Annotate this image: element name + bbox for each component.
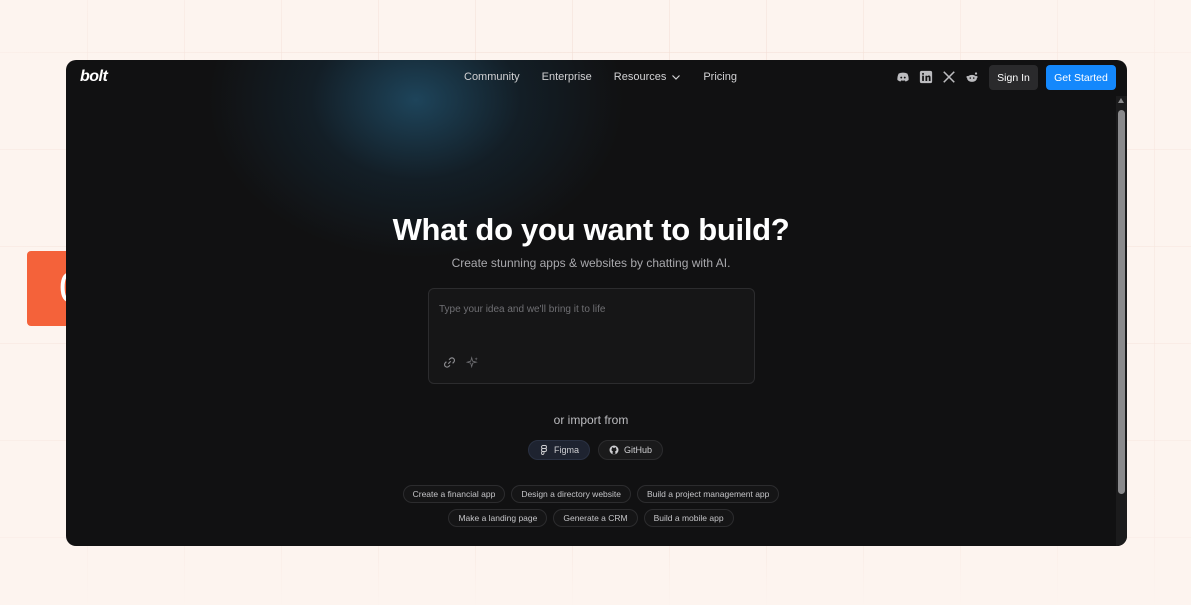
suggestion-chip[interactable]: Make a landing page xyxy=(448,509,548,527)
github-icon xyxy=(609,445,619,455)
import-figma-button[interactable]: Figma xyxy=(528,440,591,460)
nav-link-label: Resources xyxy=(613,71,667,83)
suggestion-chip[interactable]: Design a directory website xyxy=(511,485,631,503)
import-github-label: GitHub xyxy=(624,445,653,455)
suggestion-chip[interactable]: Build a mobile app xyxy=(643,509,734,527)
nav-link-label: Community xyxy=(464,71,520,83)
sparkle-icon[interactable] xyxy=(466,356,479,369)
hero-subtitle: Create stunning apps & websites by chatt… xyxy=(451,256,731,270)
sign-in-button[interactable]: Sign In xyxy=(989,65,1038,90)
nav-links: Community Enterprise Resources Pricing xyxy=(464,71,759,83)
suggestion-chip[interactable]: Build a project management app xyxy=(637,485,780,503)
nav-link-community[interactable]: Community xyxy=(464,71,520,83)
import-figma-label: Figma xyxy=(554,445,580,455)
get-started-button[interactable]: Get Started xyxy=(1046,65,1116,90)
bolt-logo[interactable]: bolt xyxy=(80,68,108,86)
social-links xyxy=(896,70,979,84)
figma-icon xyxy=(541,445,547,455)
suggestion-row-1: Create a financial app Design a director… xyxy=(66,485,1116,503)
discord-icon[interactable] xyxy=(896,70,910,84)
linkedin-icon[interactable] xyxy=(919,70,933,84)
suggestion-row-2: Make a landing page Generate a CRM Build… xyxy=(66,509,1116,527)
x-icon[interactable] xyxy=(942,70,956,84)
suggestion-chip[interactable]: Generate a CRM xyxy=(553,509,638,527)
reddit-icon[interactable] xyxy=(965,70,979,84)
import-label: or import from xyxy=(553,413,629,427)
scrollbar[interactable] xyxy=(1116,96,1127,546)
import-sources: Figma GitHub xyxy=(528,440,664,460)
link-icon[interactable] xyxy=(443,356,456,369)
bottom-fade xyxy=(0,546,1191,605)
scroll-thumb[interactable] xyxy=(1118,110,1125,494)
prompt-input[interactable] xyxy=(439,301,739,317)
top-nav: bolt Community Enterprise Resources Pric… xyxy=(66,60,1127,96)
nav-link-enterprise[interactable]: Enterprise xyxy=(542,71,592,83)
nav-link-label: Pricing xyxy=(703,71,737,83)
scroll-up-arrow[interactable] xyxy=(1118,98,1124,103)
suggestion-chip[interactable]: Create a financial app xyxy=(402,485,506,503)
nav-link-resources[interactable]: Resources xyxy=(614,71,682,83)
nav-link-pricing[interactable]: Pricing xyxy=(703,71,737,83)
chevron-down-icon xyxy=(672,75,681,80)
browser-frame: bolt Community Enterprise Resources Pric… xyxy=(66,60,1127,546)
prompt-box[interactable] xyxy=(428,288,755,384)
import-github-button[interactable]: GitHub xyxy=(598,440,664,460)
hero-title: What do you want to build? xyxy=(392,212,790,247)
prompt-tools xyxy=(443,356,479,369)
nav-link-label: Enterprise xyxy=(541,71,592,83)
